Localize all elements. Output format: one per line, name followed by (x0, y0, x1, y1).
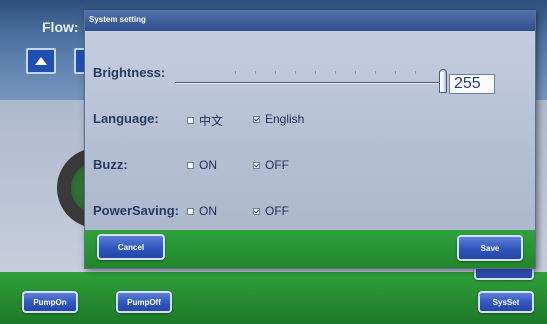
dialog-footer: Cancel Save (85, 230, 535, 268)
language-label: Language: (93, 111, 159, 126)
brightness-label: Brightness: (93, 65, 166, 80)
power-saving-option-off[interactable]: OFF (253, 204, 289, 218)
buzz-on-label: ON (199, 158, 217, 172)
slider-tick (235, 71, 236, 74)
slider-tick (255, 71, 256, 74)
buzz-option-off[interactable]: OFF (253, 158, 289, 172)
buzz-off-checkbox[interactable] (253, 161, 260, 169)
buzz-on-checkbox[interactable] (187, 161, 194, 169)
power-saving-on-label: ON (199, 204, 217, 218)
scroll-up-button[interactable] (26, 48, 56, 74)
power-saving-off-label: OFF (265, 204, 289, 218)
dialog-title-bar[interactable]: System setting (85, 11, 535, 31)
slider-tick (315, 71, 316, 74)
language-english-label: English (265, 112, 305, 126)
pump-off-button[interactable]: PumpOff (116, 291, 172, 313)
brightness-slider-track[interactable] (175, 82, 443, 84)
slider-tick (415, 71, 416, 74)
save-button[interactable]: Save (457, 235, 523, 261)
language-english-checkbox[interactable] (253, 115, 260, 123)
brightness-slider-thumb[interactable] (439, 69, 447, 93)
slider-tick (375, 71, 376, 74)
power-saving-off-checkbox[interactable] (253, 207, 260, 215)
buzz-label: Buzz: (93, 157, 128, 172)
brightness-value-field[interactable]: 255 (449, 74, 495, 94)
background-footer (0, 272, 547, 324)
pump-on-button[interactable]: PumpOn (22, 291, 78, 313)
language-option-english[interactable]: English (253, 112, 304, 126)
language-option-chinese[interactable]: 中文 (187, 112, 223, 129)
buzz-option-on[interactable]: ON (187, 158, 217, 172)
system-setting-dialog: System setting Brightness: 255 Language:… (84, 10, 536, 269)
power-saving-label: PowerSaving: (93, 203, 179, 218)
dialog-title: System setting (89, 15, 146, 24)
language-chinese-checkbox[interactable] (187, 117, 194, 124)
flow-label: Flow: (42, 19, 79, 35)
slider-tick (395, 71, 396, 74)
dialog-body: Brightness: 255 Language: 中文 English Buz… (85, 31, 535, 230)
buzz-off-label: OFF (265, 158, 289, 172)
slider-tick (275, 71, 276, 74)
power-saving-option-on[interactable]: ON (187, 204, 217, 218)
slider-tick (295, 71, 296, 74)
triangle-up-icon (35, 57, 47, 65)
slider-tick (355, 71, 356, 74)
power-saving-on-checkbox[interactable] (187, 207, 194, 215)
language-chinese-label: 中文 (199, 114, 224, 128)
sys-set-button[interactable]: SysSet (478, 291, 534, 313)
slider-tick (335, 71, 336, 74)
cancel-button[interactable]: Cancel (97, 234, 165, 260)
